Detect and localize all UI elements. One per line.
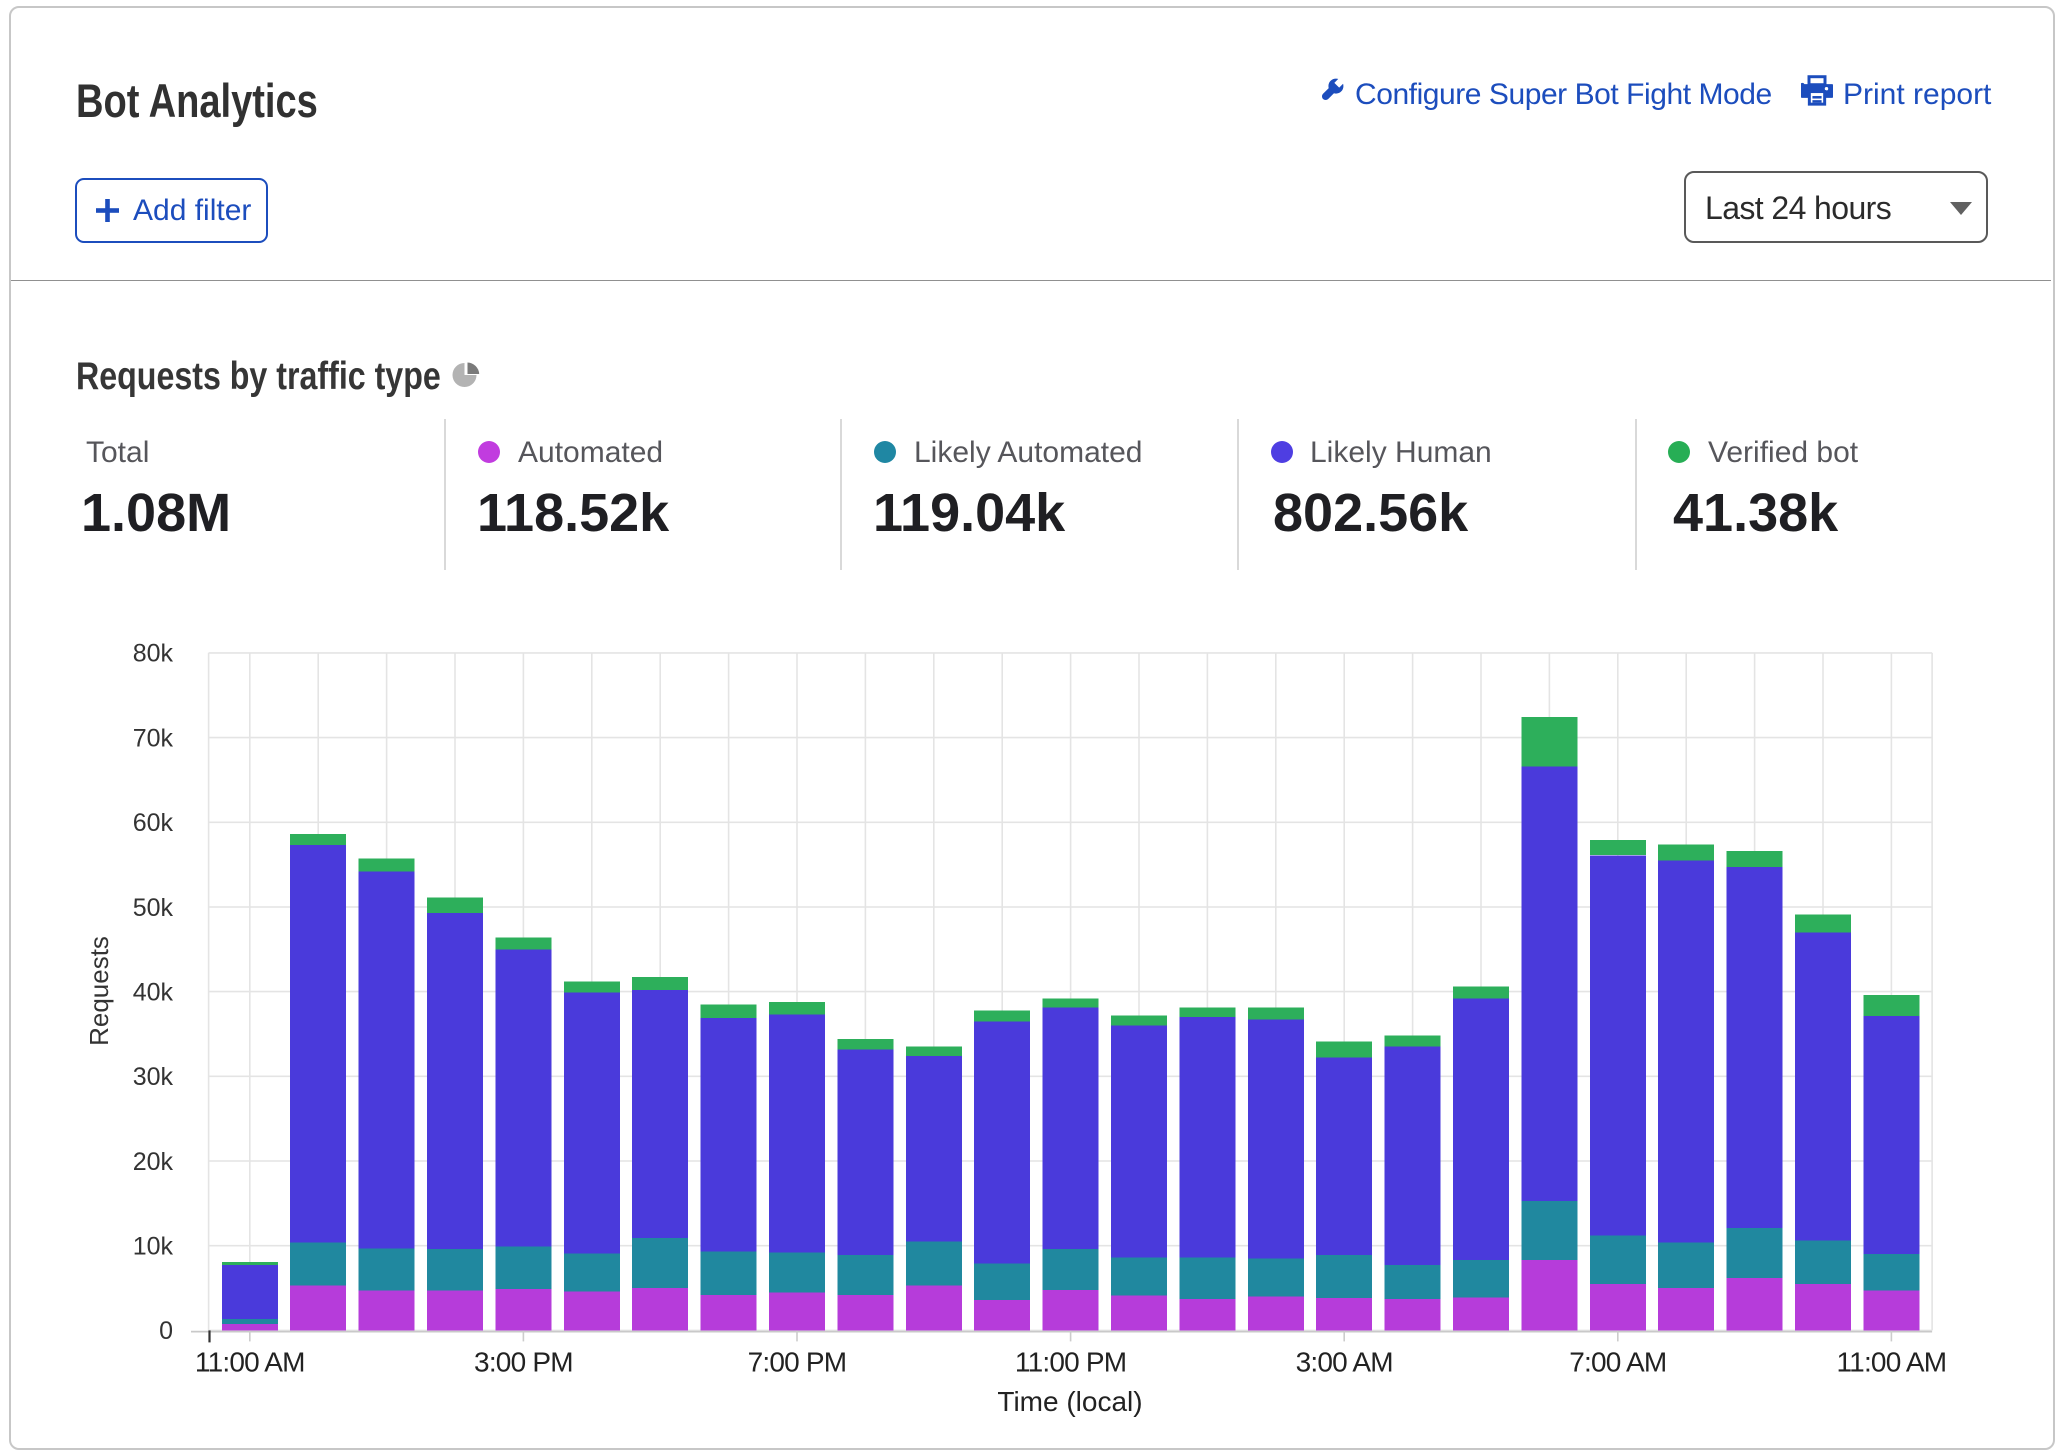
svg-text:20k: 20k: [133, 1148, 174, 1176]
svg-text:7:00 PM: 7:00 PM: [748, 1347, 847, 1378]
svg-text:3:00 AM: 3:00 AM: [1296, 1347, 1393, 1378]
svg-text:Requests: Requests: [84, 936, 114, 1046]
svg-text:11:00 PM: 11:00 PM: [1015, 1347, 1126, 1378]
svg-text:40k: 40k: [133, 978, 174, 1006]
svg-text:0: 0: [159, 1317, 173, 1345]
svg-text:7:00 AM: 7:00 AM: [1569, 1347, 1666, 1378]
svg-text:30k: 30k: [133, 1063, 174, 1091]
svg-text:60k: 60k: [133, 809, 174, 837]
svg-text:80k: 80k: [133, 640, 174, 668]
svg-text:70k: 70k: [133, 724, 174, 752]
svg-text:11:00 AM: 11:00 AM: [1836, 1347, 1946, 1378]
svg-text:Time (local): Time (local): [997, 1386, 1142, 1417]
svg-text:50k: 50k: [133, 894, 174, 922]
svg-text:11:00 AM: 11:00 AM: [195, 1347, 305, 1378]
svg-text:10k: 10k: [133, 1233, 174, 1261]
svg-text:3:00 PM: 3:00 PM: [474, 1347, 573, 1378]
